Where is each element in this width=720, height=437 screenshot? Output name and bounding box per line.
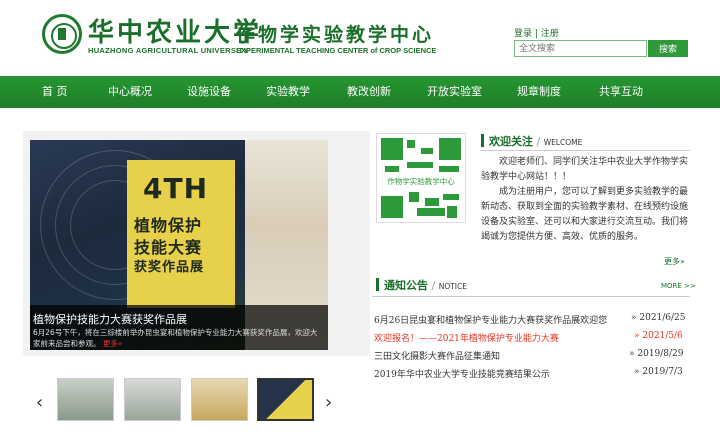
slide-description: 6月26号下午，将在三综楼前举办昆虫宴和植物保护专业能力大赛获奖作品展，欢迎大家…: [33, 327, 323, 349]
site-header: 华中农业大学 HUAZHONG AGRICULTURAL UNIVERSITY …: [0, 0, 720, 76]
slide-description-text: 6月26号下午，将在三综楼前举办昆虫宴和植物保护专业能力大赛获奖作品展，欢迎大家…: [33, 328, 318, 348]
slider-thumbnail-active[interactable]: [257, 378, 314, 421]
nav-item-overview[interactable]: 中心概况: [108, 76, 152, 108]
login-link[interactable]: 登录: [514, 29, 532, 39]
welcome-title-bar: [481, 134, 484, 147]
slider-next-arrow-icon[interactable]: ›: [325, 392, 332, 413]
nav-item-reform[interactable]: 教改创新: [347, 76, 391, 108]
slide-title[interactable]: 植物保护技能力大赛获奖作品展: [33, 311, 187, 327]
notice-date: » 2021/6/25: [631, 313, 686, 323]
notice-item[interactable]: 三田文化摄影大赛作品征集通知: [374, 349, 500, 362]
divider: [372, 296, 690, 297]
nav-item-teaching[interactable]: 实验教学: [266, 76, 310, 108]
slider-prev-arrow-icon[interactable]: ‹: [36, 392, 43, 413]
poster-line-2: 技能大赛: [134, 238, 203, 257]
title-separator: /: [428, 279, 439, 292]
center-name-en: EXPERIMENTAL TEACHING CENTER of CROP SCI…: [236, 46, 437, 55]
title-separator: /: [533, 135, 544, 148]
notice-title-en: NOTICE: [438, 282, 467, 291]
auth-separator: |: [532, 29, 541, 39]
slider-thumbnail[interactable]: [57, 378, 114, 421]
notice-date: » 2021/5/6: [634, 331, 683, 341]
main-nav: 首 页 中心概况 设施设备 实验教学 教改创新 开放实验室 规章制度 共享互动: [0, 76, 720, 108]
register-link[interactable]: 注册: [541, 29, 559, 39]
search-input[interactable]: [514, 40, 647, 57]
university-logo-icon[interactable]: [42, 14, 82, 54]
nav-item-regulations[interactable]: 规章制度: [517, 76, 561, 108]
notice-date: » 2019/7/3: [634, 367, 683, 377]
welcome-title-en: WELCOME: [543, 138, 583, 147]
notice-more-link[interactable]: MORE >>: [661, 282, 696, 290]
notice-item[interactable]: 2019年华中农业大学专业技能竞赛结果公示: [374, 367, 550, 380]
nav-item-facilities[interactable]: 设施设备: [187, 76, 231, 108]
poster-line-3: 获奖作品展: [134, 260, 205, 275]
notice-title-bar: [376, 278, 379, 291]
welcome-title: 欢迎关注 / WELCOME: [489, 133, 582, 149]
poster-line-1: 植物保护: [134, 216, 203, 235]
welcome-text: 欢迎老师们、同学们关注华中农业大学作物学实验教学中心网站！！！ 成为注册用户，您…: [481, 155, 691, 245]
welcome-paragraph-2: 成为注册用户，您可以了解到更多实验教学的最新动态、获取到全面的实验教学素材、在线…: [481, 187, 689, 242]
university-name-en: HUAZHONG AGRICULTURAL UNIVERSITY: [88, 46, 249, 55]
slider-thumbnail[interactable]: [191, 378, 248, 421]
nav-item-sharing[interactable]: 共享互动: [599, 76, 643, 108]
notice-item[interactable]: 6月26日昆虫宴和植物保护专业能力大赛获奖作品展欢迎您: [374, 313, 607, 326]
divider: [480, 150, 690, 151]
slider-thumbnail[interactable]: [124, 378, 181, 421]
notice-item[interactable]: 欢迎报名！——2021年植物保护专业能力大赛: [374, 331, 559, 344]
auth-links: 登录 | 注册: [514, 26, 559, 39]
search-button[interactable]: 搜索: [648, 40, 688, 57]
welcome-title-cn: 欢迎关注: [489, 135, 533, 148]
poster-4th-text: 4TH: [143, 172, 209, 205]
slide-more-link[interactable]: 更多»: [103, 339, 123, 348]
welcome-more-link[interactable]: 更多»: [664, 256, 685, 267]
qr-code-label: 作物学实验教学中心: [383, 176, 459, 187]
center-name-cn: 作物学实验教学中心: [236, 24, 435, 46]
nav-item-home[interactable]: 首 页: [42, 76, 68, 108]
notice-title: 通知公告 / NOTICE: [384, 277, 467, 293]
welcome-paragraph-1: 欢迎老师们、同学们关注华中农业大学作物学实验教学中心网站！！！: [481, 157, 689, 182]
notice-title-cn: 通知公告: [384, 279, 428, 292]
notice-date: » 2019/8/29: [629, 349, 684, 359]
nav-item-open-lab[interactable]: 开放实验室: [427, 76, 482, 108]
